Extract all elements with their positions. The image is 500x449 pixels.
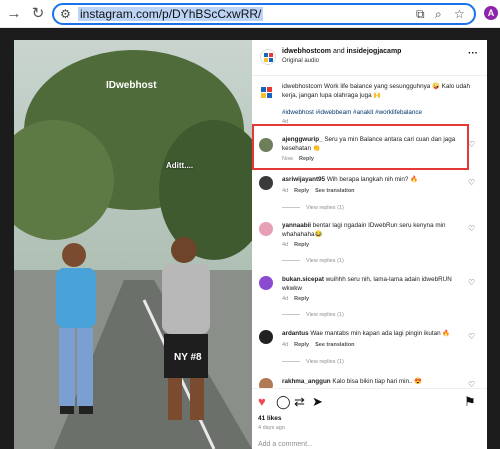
url-text[interactable]: instagram.com/p/DYhBScCxwRR/	[78, 7, 264, 21]
account-avatar[interactable]	[260, 49, 276, 65]
reply-link[interactable]: Reply	[294, 296, 309, 302]
comment-body: Wih berapa langkah nih min? 🔥	[326, 176, 418, 183]
comment-user[interactable]: asriwijayant95	[282, 176, 325, 183]
post-video[interactable]: NY #8 IDwebhost Aditt....	[14, 40, 252, 449]
caption-hashtags[interactable]: #idwebhost #idwebbeam #anakit #worklifeb…	[282, 109, 422, 116]
address-bar[interactable]: ⚙ instagram.com/p/DYhBScCxwRR/ ⧉ ⌕ ☆	[52, 3, 476, 25]
highlight-box	[252, 124, 469, 170]
view-replies-label[interactable]: View replies (1)	[306, 312, 344, 318]
browser-toolbar: → ↻ ⚙ instagram.com/p/DYhBScCxwRR/ ⧉ ⌕ ☆…	[0, 0, 500, 28]
comment-avatar[interactable]	[259, 222, 273, 236]
caption-avatar[interactable]	[260, 86, 274, 100]
post-time: 4 days ago	[258, 425, 285, 431]
comment-text: asriwijayant95 Wih berapa langkah nih mi…	[282, 176, 462, 185]
video-scene: NY #8	[14, 40, 252, 449]
post-header: idwebhostcom and insidejogjacamp Origina…	[252, 40, 487, 76]
comment-user[interactable]: yannaabii	[282, 222, 311, 229]
reply-link[interactable]: Reply	[294, 242, 309, 248]
see-translation-link[interactable]: See translation	[315, 188, 354, 194]
comment-time: 4d	[282, 342, 289, 348]
comment-icon[interactable]: ◯	[276, 394, 291, 410]
idwebhost-logo-icon	[264, 53, 273, 62]
comment-user[interactable]: ardantus	[282, 330, 309, 337]
comment-avatar[interactable]	[259, 330, 273, 344]
heart-icon[interactable]: ♡	[468, 278, 475, 287]
view-replies[interactable]: View replies (1)	[282, 258, 344, 264]
account-name-2[interactable]: insidejogjacamp	[347, 48, 402, 55]
reply-link[interactable]: Reply	[294, 342, 309, 348]
comment-meta: 4d Reply	[282, 242, 309, 248]
heart-icon[interactable]: ♡	[468, 224, 475, 233]
view-replies-label[interactable]: View replies (1)	[306, 205, 344, 211]
view-replies-label[interactable]: View replies (1)	[306, 258, 344, 264]
save-icon[interactable]: ⚑	[464, 394, 476, 410]
comment-time: 4d	[282, 296, 289, 302]
comment-body: Kalo bisa bikin tiap hari min.. 😍	[332, 378, 423, 385]
add-comment-input[interactable]: Add a comment...	[258, 441, 313, 448]
comment-time: 4d	[282, 188, 289, 194]
reply-link[interactable]: Reply	[294, 188, 309, 194]
video-caption-overlay: Aditt....	[166, 161, 194, 170]
comment-body: Wae mantabs min kapan ada lagi pingin ik…	[310, 330, 451, 337]
comment-avatar[interactable]	[259, 176, 273, 190]
comment-meta: 4d Reply See translation	[282, 342, 355, 348]
post-actions: ♥ ◯ ⇄ ➤ ⚑ 41 likes 4 days ago Add a comm…	[252, 388, 487, 449]
repost-icon[interactable]: ⇄	[294, 394, 305, 410]
comment-avatar[interactable]	[259, 276, 273, 290]
share-icon[interactable]: ➤	[312, 394, 323, 410]
account-name-1[interactable]: idwebhostcom	[282, 48, 331, 55]
heart-icon[interactable]: ♥	[258, 394, 266, 409]
comment-meta: 4d Reply See translation	[282, 188, 355, 194]
comment-text: rakhma_anggun Kalo bisa bikin tiap hari …	[282, 378, 462, 387]
view-replies[interactable]: View replies (1)	[282, 359, 344, 365]
replies-divider	[282, 361, 300, 363]
replies-divider	[282, 260, 300, 262]
heart-icon[interactable]: ♡	[468, 140, 475, 149]
authors-joiner: and	[331, 48, 347, 55]
comment-text: ardantus Wae mantabs min kapan ada lagi …	[282, 330, 462, 339]
tune-icon[interactable]: ⚙	[60, 7, 71, 21]
comment-meta: 4d Reply	[282, 296, 309, 302]
comment-time: 4d	[282, 242, 289, 248]
caption-text: idwebhostcom Work life balance yang sesu…	[282, 83, 470, 99]
audio-label[interactable]: Original audio	[282, 58, 319, 64]
replies-divider	[282, 207, 300, 209]
reload-icon[interactable]: ↻	[28, 4, 48, 24]
replies-divider	[282, 314, 300, 316]
comment-user[interactable]: rakhma_anggun	[282, 378, 331, 385]
heart-icon[interactable]: ♡	[468, 178, 475, 187]
bookmark-star-icon[interactable]: ☆	[454, 7, 465, 21]
post-authors: idwebhostcom and insidejogjacamp	[282, 48, 401, 55]
comment-text: yannaabii bentar lagi ngadain IDwebRun s…	[282, 222, 462, 239]
see-translation-link[interactable]: See translation	[315, 342, 354, 348]
view-replies[interactable]: View replies (1)	[282, 205, 344, 211]
heart-icon[interactable]: ♡	[468, 332, 475, 341]
view-replies[interactable]: View replies (1)	[282, 312, 344, 318]
back-icon[interactable]: →	[4, 4, 24, 24]
zoom-icon[interactable]: ⌕	[435, 7, 442, 22]
view-replies-label[interactable]: View replies (1)	[306, 359, 344, 365]
more-icon[interactable]: ···	[468, 48, 478, 59]
svg-text:NY #8: NY #8	[174, 352, 202, 363]
comment-user[interactable]: bukan.sicepat	[282, 276, 324, 283]
install-icon[interactable]: ⧉	[416, 7, 425, 22]
video-logo: IDwebhost	[106, 80, 157, 91]
likes-count[interactable]: 41 likes	[258, 415, 282, 422]
comment-text: bukan.sicepat wuihhh seru nih, lama-lama…	[282, 276, 462, 293]
profile-avatar[interactable]: A	[484, 6, 498, 20]
